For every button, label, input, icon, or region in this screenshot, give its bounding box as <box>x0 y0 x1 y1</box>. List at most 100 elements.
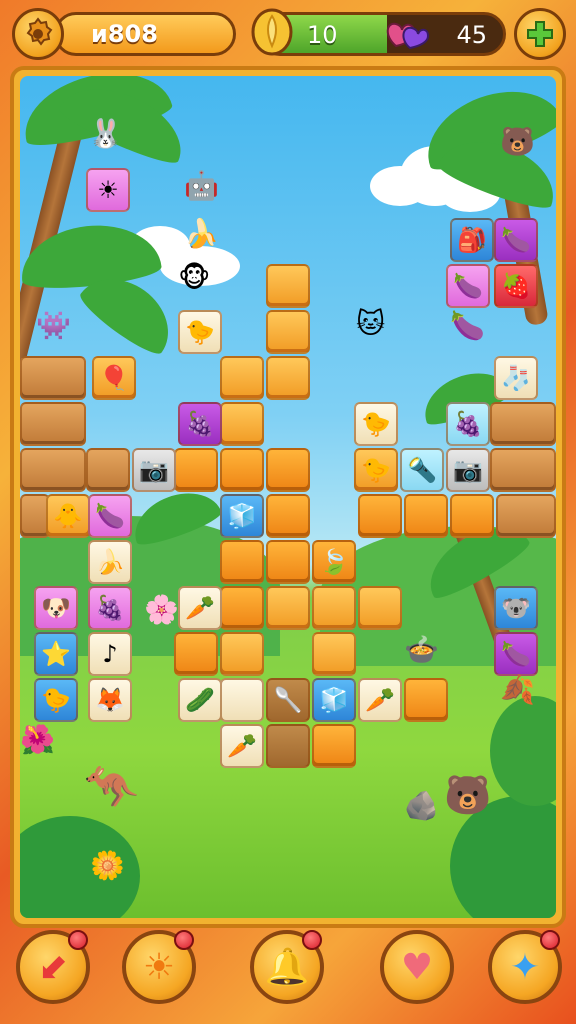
tile-fox[interactable]: 🦊 <box>88 678 132 722</box>
tile-note[interactable]: ♪ <box>88 632 132 676</box>
board-block[interactable] <box>266 540 310 584</box>
flower-item: 🌼 <box>90 849 125 882</box>
robot-item[interactable]: 🤖 <box>184 172 219 200</box>
badge <box>68 930 88 950</box>
flower-item: 🌺 <box>20 723 55 756</box>
tile-plum[interactable]: 🍇 <box>88 586 132 630</box>
sun-icon: ☀ <box>142 946 176 988</box>
board-block[interactable] <box>220 632 264 676</box>
board-block[interactable] <box>490 402 556 446</box>
board-block[interactable] <box>266 586 310 630</box>
kangaroo-creature[interactable]: 🦘 <box>84 766 139 810</box>
board-block[interactable] <box>220 678 264 722</box>
tile-plum[interactable]: 🍆 <box>494 632 538 676</box>
arrow-left-icon: ⬋ <box>37 946 69 988</box>
tile-sock[interactable]: 🧦 <box>494 356 538 400</box>
tile-spoon[interactable]: 🥄 <box>266 678 310 722</box>
board-block[interactable] <box>490 448 556 492</box>
board-block[interactable] <box>86 448 130 492</box>
undo-button[interactable]: ⬋ <box>16 930 90 1004</box>
tile-camera[interactable]: 📷 <box>446 448 490 492</box>
tile-plum[interactable]: 🍆 <box>446 264 490 308</box>
rabbit-creature[interactable]: 🐰 <box>88 120 123 148</box>
board-block[interactable] <box>20 402 86 446</box>
tile-camera[interactable]: 📷 <box>132 448 176 492</box>
board-block[interactable] <box>266 724 310 768</box>
settings-button[interactable] <box>12 8 64 60</box>
gear-icon <box>26 17 53 46</box>
tile-leaf[interactable]: 🐤 <box>354 448 398 492</box>
tile-leaf[interactable]: 🥒 <box>178 678 222 722</box>
board-block[interactable] <box>220 540 264 584</box>
cat-creature[interactable]: 🐱 <box>356 310 385 338</box>
board-block[interactable] <box>404 678 448 722</box>
board-block[interactable] <box>404 494 448 538</box>
bear-creature[interactable]: 🐻 <box>500 128 535 156</box>
tile-starfish[interactable]: ⭐ <box>34 632 78 676</box>
progress-count: 10 <box>307 21 338 49</box>
board-block[interactable] <box>266 264 310 308</box>
board-block[interactable] <box>312 586 356 630</box>
tile-bird[interactable]: 🐤 <box>178 310 222 354</box>
tile-whistle[interactable]: 🔦 <box>400 448 444 492</box>
tile-bird[interactable]: 🐤 <box>354 402 398 446</box>
tile-bird[interactable]: 🐤 <box>34 678 78 722</box>
board-block[interactable] <box>220 586 264 630</box>
goblin-creature[interactable]: 👾 <box>36 312 71 340</box>
tile-carrot[interactable]: 🥕 <box>220 724 264 768</box>
board-block[interactable] <box>358 586 402 630</box>
tile-plum[interactable]: 🍇 <box>446 402 490 446</box>
tile-banana[interactable]: 🍌 <box>88 540 132 584</box>
tile-leaf[interactable]: 🍃 <box>312 540 356 584</box>
sun-button[interactable]: ☀ <box>122 930 196 1004</box>
tile-blue-box[interactable]: 🧊 <box>312 678 356 722</box>
badge <box>302 930 322 950</box>
board-block[interactable] <box>266 310 310 354</box>
board-block[interactable] <box>20 448 86 492</box>
bear-creature[interactable]: 🐻 <box>444 776 491 814</box>
star-icon: ✦ <box>509 946 541 988</box>
board-block[interactable] <box>266 356 310 400</box>
tile-blue-bag[interactable]: 🎒 <box>450 218 494 262</box>
heart-button[interactable]: ♥ <box>380 930 454 1004</box>
tile-balloon[interactable]: 🎈 <box>92 356 136 400</box>
tile-plum[interactable]: 🍆 <box>494 218 538 262</box>
tile-plum[interactable]: 🍇 <box>178 402 222 446</box>
board-block[interactable] <box>312 724 356 768</box>
add-button[interactable] <box>514 8 566 60</box>
board-block[interactable] <box>450 494 494 538</box>
eggplant-item[interactable]: 🍆 <box>450 312 485 340</box>
hint-button[interactable]: 🔔 <box>250 930 324 1004</box>
game-board: ☀ 🐤 🎈 🍇 📷 🧊 🐥 🍆 🍌 🐶 🍇 ⭐ ♪ 🐤 🦊 🥕 🍃 🥒 🥄 🧊 … <box>20 76 556 918</box>
board-block[interactable] <box>358 494 402 538</box>
monkey-creature[interactable]: 🐵 <box>178 264 210 292</box>
tile-sun[interactable]: ☀ <box>86 168 130 212</box>
board-block[interactable] <box>220 448 264 492</box>
tile-blue-box[interactable]: 🧊 <box>220 494 264 538</box>
board-block[interactable] <box>20 356 86 400</box>
board-block[interactable] <box>174 448 218 492</box>
leaf-item[interactable]: 🍂 <box>500 676 535 704</box>
board-block[interactable] <box>174 632 218 676</box>
bush <box>490 696 556 806</box>
badge <box>174 930 194 950</box>
board-block[interactable] <box>312 632 356 676</box>
banana-item[interactable]: 🍌 <box>184 220 219 248</box>
tile-koala[interactable]: 🐨 <box>494 586 538 630</box>
tile-strawberry[interactable]: 🍓 <box>494 264 538 308</box>
shuffle-button[interactable]: ✦ <box>488 930 562 1004</box>
top-hud: ᴎ808 10 45 <box>0 0 576 70</box>
board-block[interactable] <box>266 448 310 492</box>
board-block[interactable] <box>266 494 310 538</box>
board-block[interactable] <box>496 494 556 538</box>
board-block[interactable] <box>220 356 264 400</box>
tile-bird[interactable]: 🐥 <box>46 494 90 538</box>
tile-carrot[interactable]: 🥕 <box>178 586 222 630</box>
progress-target: 45 <box>456 21 487 49</box>
tile-carrot[interactable]: 🥕 <box>358 678 402 722</box>
tile-dog[interactable]: 🐶 <box>34 586 78 630</box>
heart-icon <box>386 22 430 50</box>
pot-item[interactable]: 🍲 <box>404 636 439 664</box>
tile-plum[interactable]: 🍆 <box>88 494 132 538</box>
board-block[interactable] <box>220 402 264 446</box>
